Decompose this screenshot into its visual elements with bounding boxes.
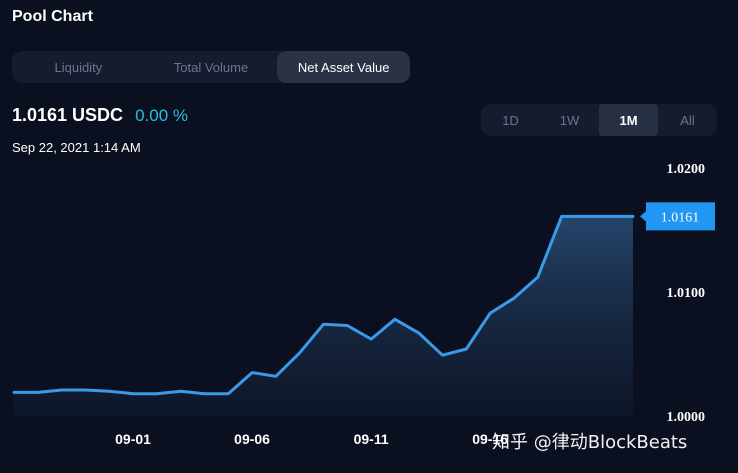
current-value-label: 1.0161 [661, 210, 700, 225]
x-tick-label: 09-06 [234, 431, 270, 447]
chart-point [536, 275, 540, 279]
current-value-pointer [640, 210, 647, 223]
chart-point [107, 389, 111, 393]
x-tick-label: 09-01 [115, 431, 151, 447]
chart-point [226, 392, 230, 396]
tab-net-asset-value[interactable]: Net Asset Value [277, 51, 411, 83]
y-tick-label: 1.0100 [667, 286, 706, 301]
chart-point [298, 351, 302, 355]
nav-area-chart[interactable]: 1.02001.01001.0000 09-01 09-06 09-11 09-16 … [0, 150, 738, 473]
chart-point [441, 353, 445, 357]
x-tick-label: 09-11 [354, 431, 389, 447]
chart-point [322, 322, 326, 326]
chart-point [369, 337, 373, 341]
tab-liquidity[interactable]: Liquidity [12, 51, 145, 83]
price-summary: 1.0161 USDC 0.00 % [12, 105, 188, 126]
chart-point [60, 388, 64, 392]
chart-point [36, 390, 40, 394]
chart-point [179, 389, 183, 393]
chart-point [345, 323, 349, 327]
chart-point [274, 374, 278, 378]
y-tick-label: 1.0200 [667, 162, 706, 177]
range-1d[interactable]: 1D [481, 104, 540, 136]
chart-point [583, 214, 587, 218]
chart-type-tabs: Liquidity Total Volume Net Asset Value [12, 51, 411, 83]
price-change: 0.00 % [135, 106, 188, 125]
y-tick-label: 1.0000 [667, 410, 706, 425]
range-1w[interactable]: 1W [540, 104, 599, 136]
watermark: 知乎 @律动BlockBeats [492, 432, 688, 453]
chart-point [464, 347, 468, 351]
chart-point [393, 317, 397, 321]
chart-point [155, 392, 159, 396]
page-title: Pool Chart [12, 8, 93, 25]
range-all[interactable]: All [658, 104, 717, 136]
range-1m[interactable]: 1M [599, 104, 658, 136]
chart-point [417, 331, 421, 335]
chart-point [488, 311, 492, 315]
chart-point [202, 392, 206, 396]
chart-point [83, 388, 87, 392]
price-value: 1.0161 USDC [12, 105, 124, 125]
chart-point [631, 214, 635, 218]
chart-area-fill [14, 216, 633, 416]
time-range-selector: 1D 1W 1M All [481, 104, 717, 136]
chart-point [607, 214, 611, 218]
tab-total-volume[interactable]: Total Volume [145, 51, 278, 83]
chart-point [512, 296, 516, 300]
chart-point [250, 371, 254, 375]
chart-point [12, 390, 16, 394]
chart-point [560, 214, 564, 218]
chart-point [131, 392, 135, 396]
